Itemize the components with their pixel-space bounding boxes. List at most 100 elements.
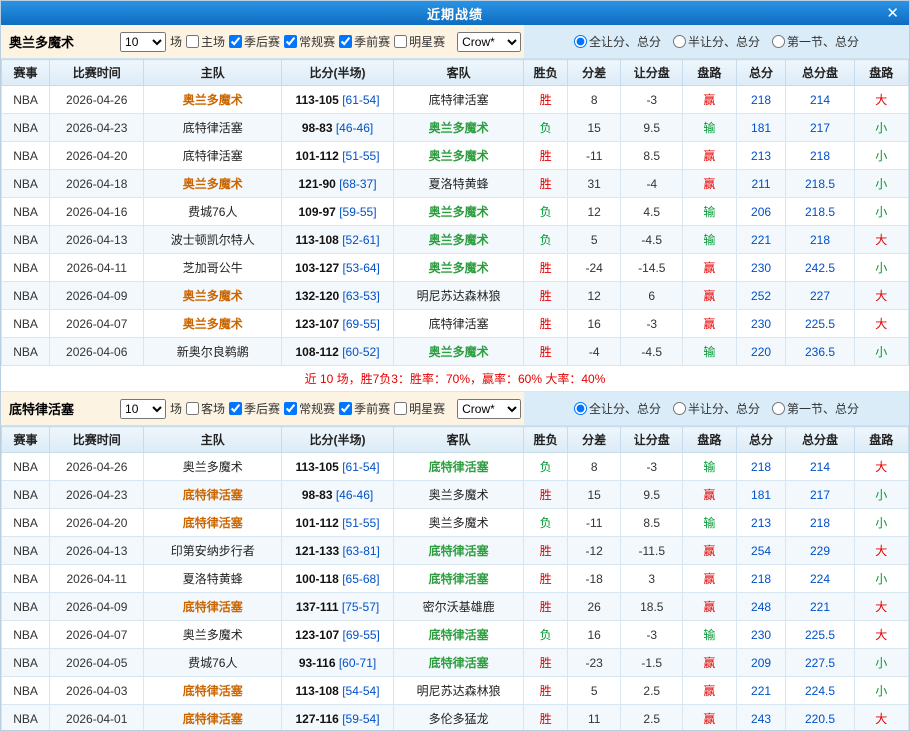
radio-input[interactable] xyxy=(772,402,785,415)
close-icon[interactable]: ✕ xyxy=(886,1,899,25)
first-quarter-total-radio[interactable]: 第一节、总分 xyxy=(772,33,859,50)
league-cell: NBA xyxy=(2,310,50,338)
date-cell: 2026-04-23 xyxy=(50,114,144,142)
playoffs-checkbox[interactable]: 季后赛 xyxy=(229,33,280,50)
total-result-cell: 大 xyxy=(854,593,909,621)
team-name: 底特律活塞 xyxy=(9,399,74,418)
league-cell: NBA xyxy=(2,142,50,170)
game-count-select[interactable]: 10 xyxy=(120,399,166,419)
home-away-checkbox-input[interactable] xyxy=(186,402,199,415)
radio-input[interactable] xyxy=(673,402,686,415)
date-cell: 2026-04-01 xyxy=(50,705,144,731)
playoffs-checkbox[interactable]: 季后赛 xyxy=(229,400,280,417)
date-cell: 2026-04-20 xyxy=(50,142,144,170)
full-score: 113-108 xyxy=(295,684,338,698)
half-score: [63-53] xyxy=(339,289,380,303)
titlebar: 近期战绩 ✕ xyxy=(1,1,909,25)
full-score: 113-105 xyxy=(295,93,338,107)
full-handicap-total-radio[interactable]: 全让分、总分 xyxy=(574,33,661,50)
table-row: NBA2026-04-07奥兰多魔术123-107 [69-55]底特律活塞胜1… xyxy=(2,310,909,338)
home-team-cell: 奥兰多魔术 xyxy=(144,453,282,481)
radio-input[interactable] xyxy=(574,35,587,48)
home-away-checkbox[interactable]: 客场 xyxy=(186,400,225,417)
score-cell: 121-133 [63-81] xyxy=(282,537,394,565)
table-row: NBA2026-04-09底特律活塞137-111 [75-57]密尔沃基雄鹿胜… xyxy=(2,593,909,621)
away-team-cell: 奥兰多魔术 xyxy=(393,481,524,509)
full-handicap-total-radio[interactable]: 全让分、总分 xyxy=(574,400,661,417)
regular-season-checkbox[interactable]: 常规赛 xyxy=(284,33,335,50)
table-row: NBA2026-04-05费城76人93-116 [60-71]底特律活塞胜-2… xyxy=(2,649,909,677)
preseason-checkbox-input[interactable] xyxy=(339,402,352,415)
preseason-checkbox[interactable]: 季前赛 xyxy=(339,33,390,50)
total-line-cell: 217 xyxy=(786,481,854,509)
allstar-checkbox-input[interactable] xyxy=(394,35,407,48)
table-row: NBA2026-04-26奥兰多魔术113-105 [61-54]底特律活塞胜8… xyxy=(2,86,909,114)
playoffs-checkbox-input[interactable] xyxy=(229,35,242,48)
column-header: 赛事 xyxy=(2,60,50,86)
first-quarter-total-radio[interactable]: 第一节、总分 xyxy=(772,400,859,417)
playoffs-checkbox-input[interactable] xyxy=(229,402,242,415)
handicap-result-cell: 赢 xyxy=(683,86,737,114)
table-row: NBA2026-04-01底特律活塞127-116 [59-54]多伦多猛龙胜1… xyxy=(2,705,909,731)
score-cell: 123-107 [69-55] xyxy=(282,621,394,649)
regular-season-checkbox-input[interactable] xyxy=(284,402,297,415)
handicap-cell: 18.5 xyxy=(621,593,683,621)
bookmaker-select[interactable]: Crow* xyxy=(457,399,521,419)
point-diff-cell: -18 xyxy=(567,565,621,593)
regular-season-checkbox[interactable]: 常规赛 xyxy=(284,400,335,417)
table-row: NBA2026-04-03底特律活塞113-108 [54-54]明尼苏达森林狼… xyxy=(2,677,909,705)
radio-input[interactable] xyxy=(574,402,587,415)
table-row: NBA2026-04-09奥兰多魔术132-120 [63-53]明尼苏达森林狼… xyxy=(2,282,909,310)
total-points-cell: 230 xyxy=(736,254,786,282)
total-points-cell: 218 xyxy=(736,453,786,481)
handicap-cell: 2.5 xyxy=(621,705,683,731)
table-row: NBA2026-04-16费城76人109-97 [59-55]奥兰多魔术负12… xyxy=(2,198,909,226)
away-team-cell: 底特律活塞 xyxy=(393,86,524,114)
half-score: [59-54] xyxy=(339,712,380,726)
away-team-cell: 底特律活塞 xyxy=(393,310,524,338)
games-label: 场 xyxy=(170,33,182,50)
regular-season-checkbox-input[interactable] xyxy=(284,35,297,48)
handicap-result-cell: 输 xyxy=(683,338,737,366)
preseason-checkbox[interactable]: 季前赛 xyxy=(339,400,390,417)
point-diff-cell: 15 xyxy=(567,114,621,142)
handicap-result-cell: 输 xyxy=(683,198,737,226)
home-away-checkbox-input[interactable] xyxy=(186,35,199,48)
league-cell: NBA xyxy=(2,86,50,114)
total-result-cell: 大 xyxy=(854,226,909,254)
home-team-cell: 奥兰多魔术 xyxy=(144,170,282,198)
stat-mode-options: 全让分、总分 半让分、总分 第一节、总分 xyxy=(524,25,909,58)
allstar-checkbox[interactable]: 明星赛 xyxy=(394,400,445,417)
half-score: [69-55] xyxy=(339,317,380,331)
allstar-checkbox-input[interactable] xyxy=(394,402,407,415)
table-row: NBA2026-04-13波士顿凯尔特人113-108 [52-61]奥兰多魔术… xyxy=(2,226,909,254)
result-cell: 胜 xyxy=(524,142,568,170)
home-away-checkbox[interactable]: 主场 xyxy=(186,33,225,50)
away-team-cell: 夏洛特黄蜂 xyxy=(393,170,524,198)
column-header: 客队 xyxy=(393,60,524,86)
result-cell: 胜 xyxy=(524,537,568,565)
total-result-cell: 小 xyxy=(854,198,909,226)
handicap-result-cell: 赢 xyxy=(683,254,737,282)
away-team-cell: 奥兰多魔术 xyxy=(393,114,524,142)
column-header: 比分(半场) xyxy=(282,427,394,453)
half-handicap-total-radio[interactable]: 半让分、总分 xyxy=(673,400,760,417)
score-cell: 113-108 [54-54] xyxy=(282,677,394,705)
league-cell: NBA xyxy=(2,677,50,705)
checkbox-label: 季前赛 xyxy=(354,33,390,50)
date-cell: 2026-04-23 xyxy=(50,481,144,509)
radio-label: 第一节、总分 xyxy=(787,400,859,417)
half-score: [46-46] xyxy=(333,488,374,502)
radio-input[interactable] xyxy=(772,35,785,48)
half-score: [52-61] xyxy=(339,233,380,247)
bookmaker-select[interactable]: Crow* xyxy=(457,32,521,52)
game-count-select[interactable]: 10 xyxy=(120,32,166,52)
half-handicap-total-radio[interactable]: 半让分、总分 xyxy=(673,33,760,50)
total-points-cell: 181 xyxy=(736,114,786,142)
allstar-checkbox[interactable]: 明星赛 xyxy=(394,33,445,50)
radio-input[interactable] xyxy=(673,35,686,48)
total-result-cell: 大 xyxy=(854,453,909,481)
handicap-cell: -14.5 xyxy=(621,254,683,282)
point-diff-cell: -4 xyxy=(567,338,621,366)
preseason-checkbox-input[interactable] xyxy=(339,35,352,48)
